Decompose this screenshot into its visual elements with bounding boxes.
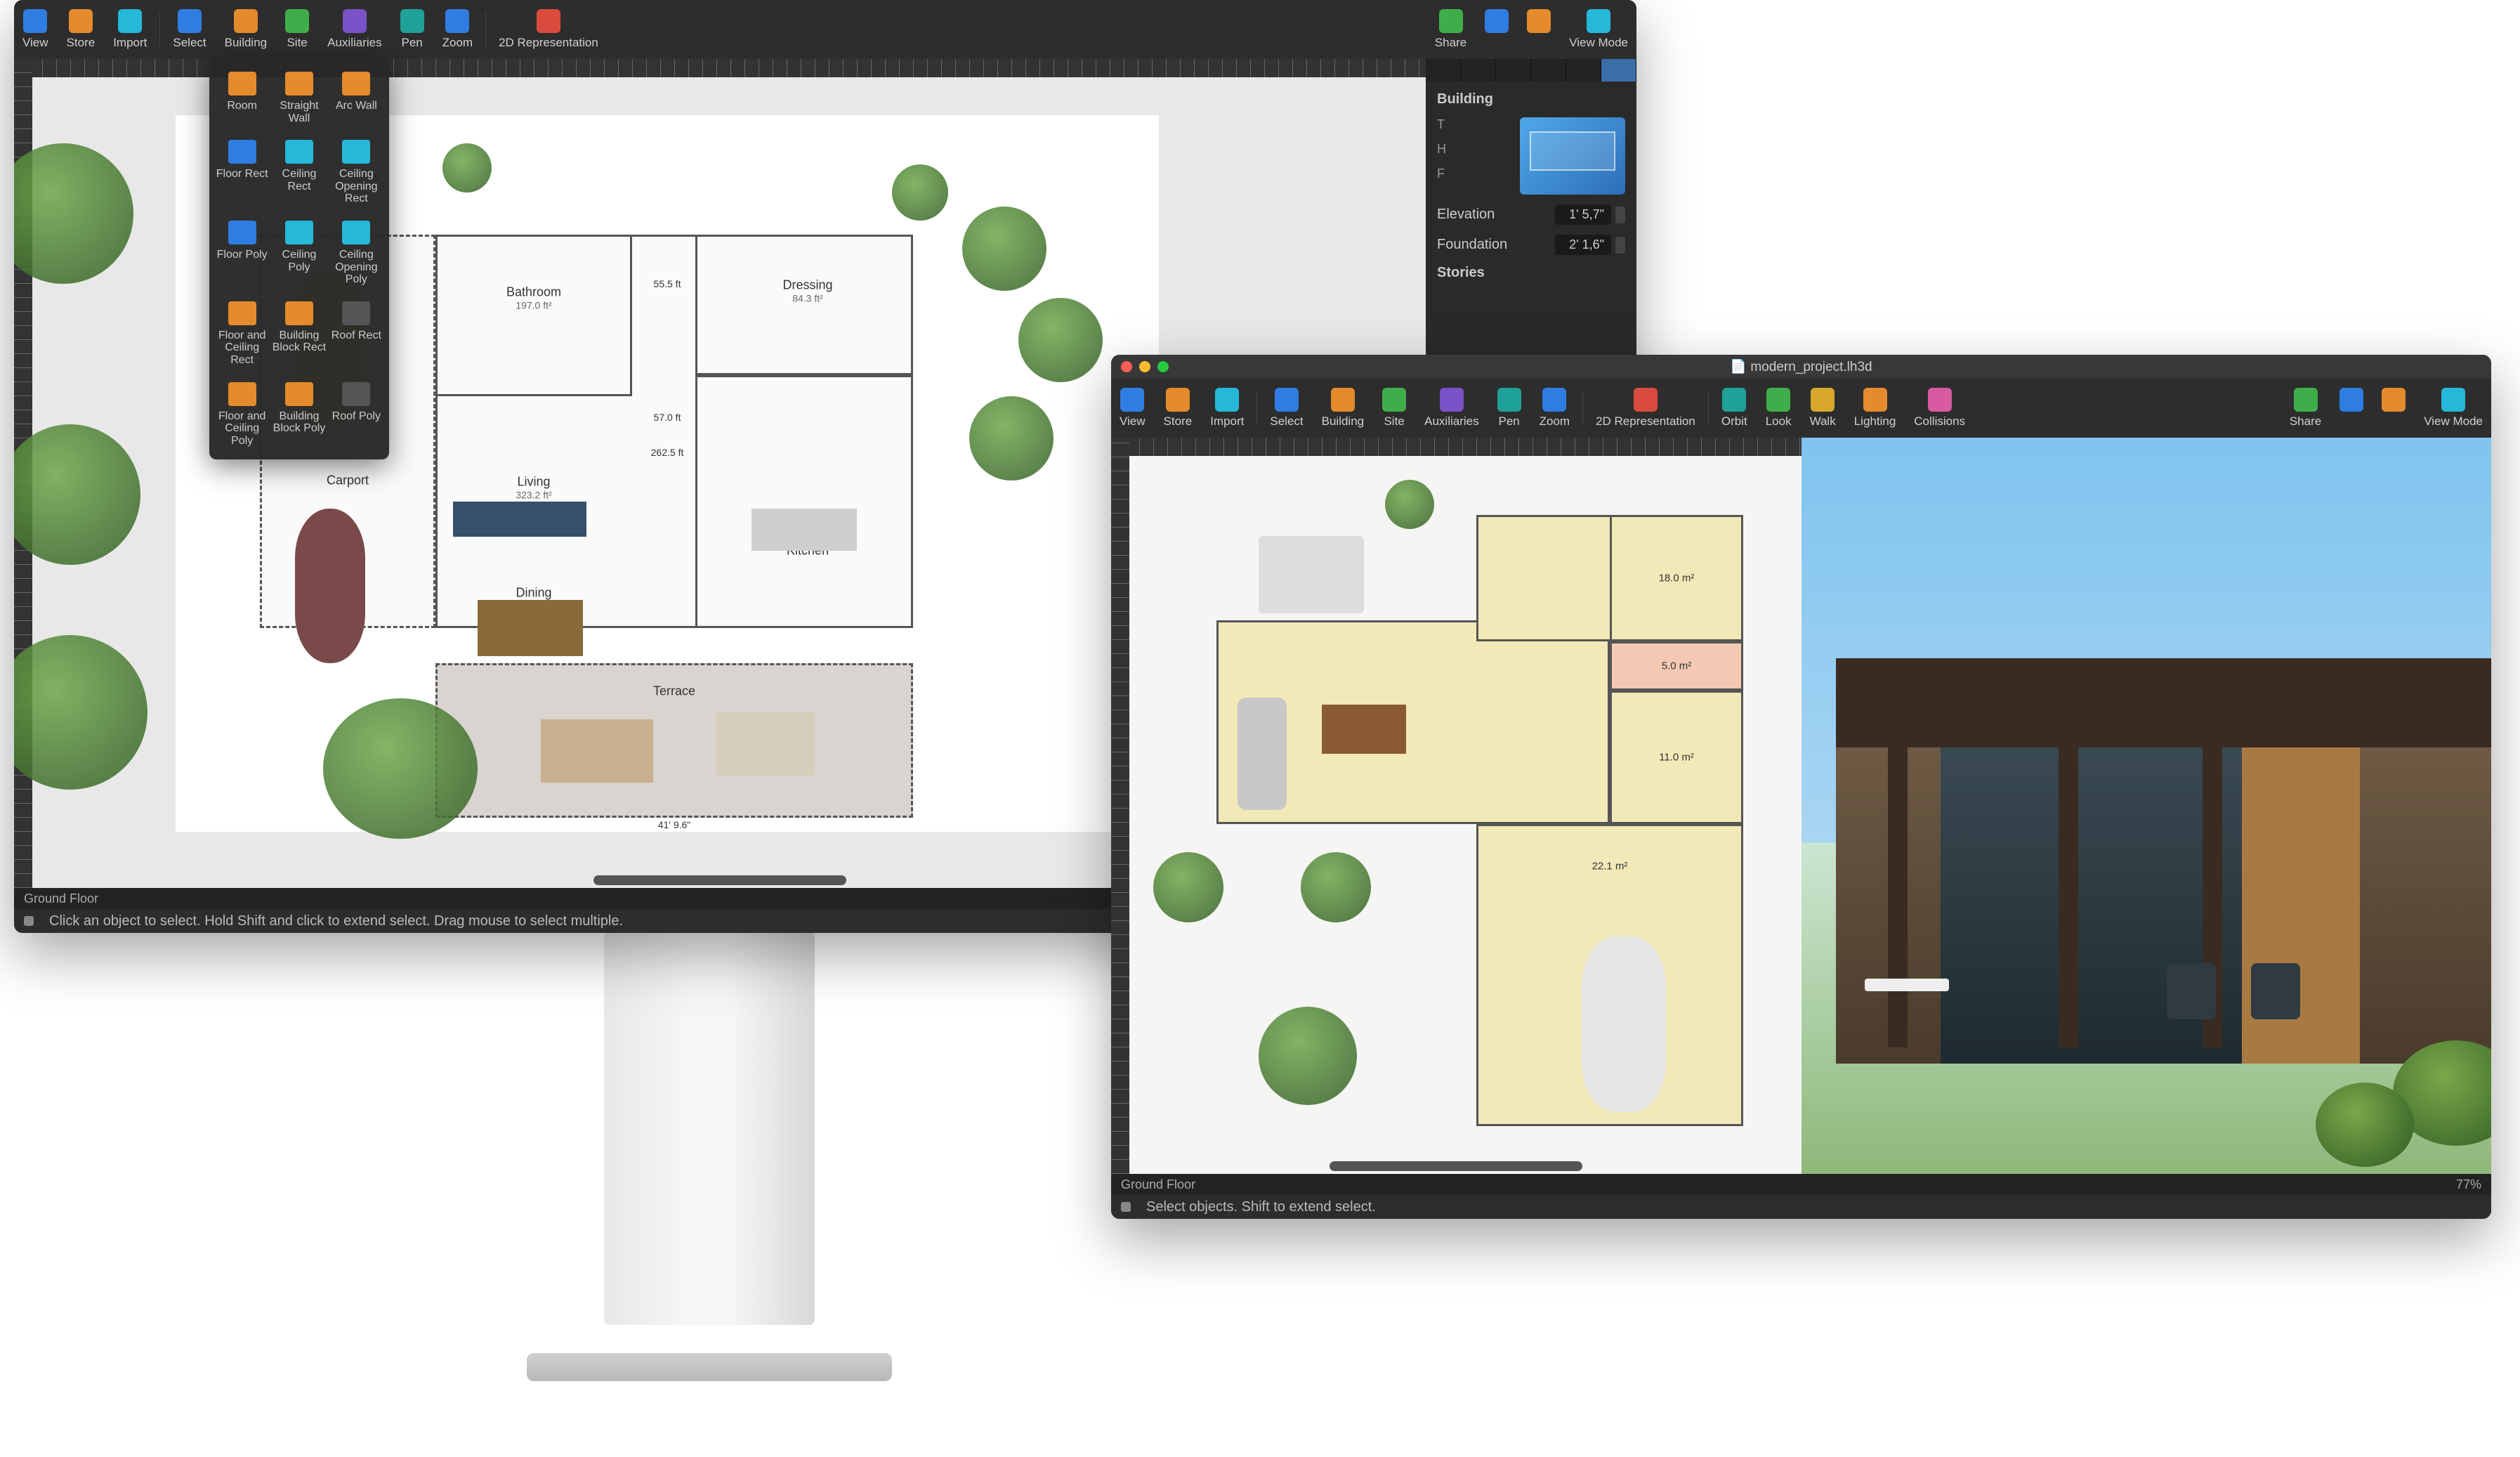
canvas-scrollbar[interactable] bbox=[1330, 1161, 1582, 1171]
cursor-icon bbox=[1121, 1202, 1131, 1212]
building-3d-thumb[interactable] bbox=[1520, 117, 1625, 195]
w2-view-button[interactable]: View bbox=[1120, 388, 1146, 429]
w2-share-button[interactable]: Share bbox=[2290, 388, 2321, 429]
tool-ceiling-opening-rect[interactable]: Ceiling Opening Rect bbox=[329, 140, 383, 205]
foundation-value[interactable]: 2' 1,6" bbox=[1555, 235, 1611, 255]
w1-zoom-button[interactable]: Zoom bbox=[442, 9, 473, 50]
w1-site-button[interactable]: Site bbox=[285, 9, 309, 50]
canvas-scrollbar[interactable] bbox=[593, 875, 846, 885]
cursor-icon bbox=[24, 916, 34, 926]
w2-zoom-button[interactable]: Zoom bbox=[1540, 388, 1570, 429]
tool-building-block-poly[interactable]: Building Block Poly bbox=[272, 382, 326, 447]
tool-ceiling-opening-poly[interactable]: Ceiling Opening Poly bbox=[329, 221, 383, 286]
tool-room[interactable]: Room bbox=[215, 72, 269, 124]
status-bar: Select objects. Shift to extend select. bbox=[1111, 1195, 2491, 1219]
w2-building-button[interactable]: Building bbox=[1322, 388, 1365, 429]
2d-plan-pane[interactable]: 18.0 m² 5.0 m² 11.0 m² 22.1 m² bbox=[1111, 438, 1802, 1174]
window-titlebar[interactable]: 📄 modern_project.lh3d bbox=[1111, 355, 2491, 379]
elevation-stepper[interactable] bbox=[1615, 207, 1625, 223]
tool-floor-and-ceiling-poly[interactable]: Floor and Ceiling Poly bbox=[215, 382, 269, 447]
rendered-house bbox=[1836, 658, 2491, 1063]
building-tools-popover: RoomStraight WallArc WallFloor RectCeili… bbox=[209, 59, 389, 459]
tool-building-block-rect[interactable]: Building Block Rect bbox=[272, 301, 326, 367]
w2-select-button[interactable]: Select bbox=[1270, 388, 1303, 429]
foundation-stepper[interactable] bbox=[1615, 237, 1625, 254]
tool-roof-rect[interactable]: Roof Rect bbox=[329, 301, 383, 367]
w1-view-mode-button[interactable]: View Mode bbox=[1569, 9, 1628, 50]
w1-item-2-button[interactable] bbox=[1527, 9, 1551, 50]
w2-lighting-button[interactable]: Lighting bbox=[1854, 388, 1896, 429]
w2-item-1-button[interactable] bbox=[2339, 388, 2363, 429]
secondary-toolbar: View Store Import Select Building Site Auxili… bbox=[1111, 379, 2491, 438]
w2-walk-button[interactable]: Walk bbox=[1810, 388, 1836, 429]
w2-pen-button[interactable]: Pen bbox=[1497, 388, 1521, 429]
elevation-value[interactable]: 1' 5,7" bbox=[1555, 204, 1611, 225]
tool-floor-rect[interactable]: Floor Rect bbox=[215, 140, 269, 205]
w1-building-button[interactable]: Building bbox=[225, 9, 268, 50]
status-text: Select objects. Shift to extend select. bbox=[1146, 1199, 1376, 1215]
horizontal-ruler bbox=[1111, 438, 1802, 456]
2d-representation-button[interactable]: 2D Representation bbox=[499, 9, 598, 50]
w2-look-button[interactable]: Look bbox=[1766, 388, 1792, 429]
document-title: modern_project.lh3d bbox=[1750, 360, 1872, 374]
tool-straight-wall[interactable]: Straight Wall bbox=[272, 72, 326, 124]
zoom-icon[interactable] bbox=[1157, 361, 1169, 372]
w1-item-1-button[interactable] bbox=[1485, 9, 1509, 50]
w1-auxiliaries-button[interactable]: Auxiliaries bbox=[327, 9, 381, 50]
w2-auxiliaries-button[interactable]: Auxiliaries bbox=[1424, 388, 1478, 429]
2d-representation-button[interactable]: 2D Representation bbox=[1596, 388, 1695, 429]
w1-store-button[interactable]: Store bbox=[67, 9, 96, 50]
foundation-label: Foundation bbox=[1437, 237, 1507, 253]
w2-collisions-button[interactable]: Collisions bbox=[1914, 388, 1965, 429]
w1-select-button[interactable]: Select bbox=[173, 9, 206, 50]
w1-share-button[interactable]: Share bbox=[1435, 9, 1466, 50]
tool-ceiling-poly[interactable]: Ceiling Poly bbox=[272, 221, 326, 286]
w2-item-2-button[interactable] bbox=[2382, 388, 2406, 429]
inspector-tabs[interactable] bbox=[1426, 59, 1636, 81]
tool-floor-and-ceiling-rect[interactable]: Floor and Ceiling Rect bbox=[215, 301, 269, 367]
window-controls[interactable] bbox=[1121, 361, 1169, 372]
w2-view-mode-button[interactable]: View Mode bbox=[2424, 388, 2483, 429]
monitor-stand bbox=[576, 932, 843, 1381]
zoom-level[interactable]: 77% bbox=[2456, 1177, 2481, 1192]
floor-selector[interactable]: Ground Floor 77% bbox=[1111, 1174, 2491, 1195]
stories-section[interactable]: Stories bbox=[1437, 265, 1625, 281]
minimize-icon[interactable] bbox=[1139, 361, 1150, 372]
tool-arc-wall[interactable]: Arc Wall bbox=[329, 72, 383, 124]
3d-view-pane[interactable] bbox=[1802, 438, 2492, 1174]
w2-site-button[interactable]: Site bbox=[1382, 388, 1406, 429]
w2-import-button[interactable]: Import bbox=[1210, 388, 1244, 429]
status-text: Click an object to select. Hold Shift an… bbox=[49, 913, 623, 929]
w1-import-button[interactable]: Import bbox=[113, 9, 147, 50]
main-toolbar: View Store Import Select Building Site Auxili… bbox=[14, 0, 1636, 59]
tool-ceiling-rect[interactable]: Ceiling Rect bbox=[272, 140, 326, 205]
w2-store-button[interactable]: Store bbox=[1164, 388, 1193, 429]
w2-orbit-button[interactable]: Orbit bbox=[1721, 388, 1747, 429]
close-icon[interactable] bbox=[1121, 361, 1132, 372]
tool-roof-poly[interactable]: Roof Poly bbox=[329, 382, 383, 447]
w1-view-button[interactable]: View bbox=[22, 9, 48, 50]
w1-pen-button[interactable]: Pen bbox=[400, 9, 424, 50]
elevation-label: Elevation bbox=[1437, 207, 1495, 223]
app-window-secondary: 📄 modern_project.lh3d View Store Import Se… bbox=[1111, 355, 2491, 1219]
tool-floor-poly[interactable]: Floor Poly bbox=[215, 221, 269, 286]
vertical-ruler bbox=[1111, 438, 1129, 1174]
inspector-title: Building bbox=[1437, 91, 1625, 107]
